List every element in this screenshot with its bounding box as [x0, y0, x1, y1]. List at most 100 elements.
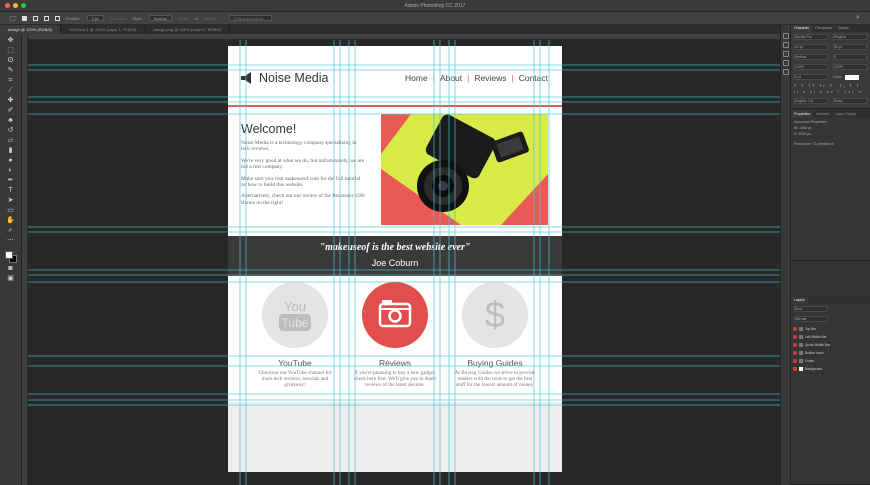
lasso-tool-icon[interactable]: ʘ	[6, 57, 15, 65]
visibility-icon[interactable]	[793, 342, 797, 347]
healing-brush-tool-icon[interactable]: ✚	[6, 97, 15, 105]
tab-glyphs[interactable]: Glyphs	[835, 25, 852, 32]
eraser-tool-icon[interactable]: ▱	[6, 137, 15, 145]
quick-mask-icon[interactable]: ◙	[6, 265, 15, 273]
tab-layers[interactable]: Layers	[791, 297, 808, 304]
add-selection-icon[interactable]	[32, 15, 38, 21]
youtube-icon-text-top: You	[284, 299, 306, 314]
glyphs-panel-icon[interactable]	[782, 69, 789, 75]
type-tool-icon[interactable]: T	[6, 187, 15, 195]
font-style-select[interactable]: Regular	[833, 34, 867, 40]
opentype-buttons[interactable]: fi ơ st A ad T 1st ½	[794, 90, 868, 94]
document-tab[interactable]: design @ 100% (RGB/8)	[0, 25, 62, 34]
visibility-icon[interactable]	[793, 326, 797, 331]
welcome-section: Welcome! Noise Media is a technology com…	[241, 122, 366, 211]
layer-row[interactable]: Footer	[793, 357, 869, 364]
blur-tool-icon[interactable]: ●	[6, 157, 15, 165]
brand-name: Noise Media	[259, 71, 329, 85]
style-select[interactable]: Normal	[148, 15, 172, 21]
ruler-vertical[interactable]	[22, 34, 28, 485]
foreground-color-swatch[interactable]	[4, 251, 13, 259]
subtract-selection-icon[interactable]	[43, 15, 49, 21]
text-color-swatch[interactable]	[845, 74, 860, 80]
options-bar: ⬚ Feather: 0 px Anti-alias Style: Normal…	[0, 12, 870, 25]
dodge-tool-icon[interactable]: ◐	[6, 167, 15, 175]
ruler-horizontal[interactable]	[22, 34, 780, 40]
history-panel-icon[interactable]	[782, 33, 789, 39]
visibility-icon[interactable]	[793, 358, 797, 363]
tab-properties[interactable]: Properties	[791, 111, 813, 118]
shape-tool-icon[interactable]: ▭	[6, 207, 15, 215]
paragraph-panel-icon[interactable]	[782, 60, 789, 66]
tab-libraries[interactable]: Libraries	[813, 111, 832, 118]
tab-paragraph[interactable]: Paragraph	[812, 25, 834, 32]
visibility-icon[interactable]	[793, 350, 797, 355]
artboard[interactable]: Noise Media Home | About | Reviews | Con…	[228, 46, 562, 472]
visibility-icon[interactable]	[793, 334, 797, 339]
horizontal-scale-input[interactable]: 100%	[833, 64, 867, 70]
color-swatches[interactable]	[4, 251, 17, 263]
brush-tool-icon[interactable]: ✐	[6, 107, 15, 115]
visibility-icon[interactable]	[793, 366, 797, 371]
screen-mode-icon[interactable]: ▣	[6, 275, 15, 283]
feather-input[interactable]: 0 px	[86, 15, 105, 21]
layer-name: Bottom Icons	[805, 350, 824, 355]
tracking-input[interactable]: 0	[833, 54, 867, 60]
layers-panel-tabs: Layers	[791, 297, 870, 304]
path-selection-tool-icon[interactable]: ➤	[6, 197, 15, 205]
brush-panel-icon[interactable]	[782, 42, 789, 48]
antialias-select[interactable]: Sharp	[833, 98, 867, 104]
layer-row[interactable]: Top Bar	[793, 325, 869, 332]
document-height[interactable]: H: 2000 px	[794, 132, 868, 136]
pen-tool-icon[interactable]: ✒	[6, 177, 15, 185]
hand-tool-icon[interactable]: ✋	[6, 217, 15, 225]
baseline-input[interactable]: 0 pt	[794, 74, 828, 80]
quote-band: "makeuseof is the best website ever" Joe…	[228, 236, 562, 276]
zoom-tool-icon[interactable]: ⌕	[6, 227, 15, 235]
canvas-area[interactable]: Noise Media Home | About | Reviews | Con…	[22, 34, 780, 485]
new-selection-icon[interactable]	[21, 15, 27, 21]
language-select[interactable]: English: UK	[794, 98, 828, 104]
tab-character[interactable]: Character	[791, 25, 813, 32]
blend-mode-select[interactable]: Normal	[794, 316, 828, 322]
antialias-checkbox[interactable]: Anti-alias	[110, 16, 126, 21]
nav-reviews[interactable]: Reviews	[474, 73, 506, 83]
document-tab[interactable]: design.png @ 100% (Layer 0, RGB/8)	[146, 25, 230, 34]
intersect-selection-icon[interactable]	[54, 15, 60, 21]
move-tool-icon[interactable]: ✥	[6, 37, 15, 45]
tab-layer-comps[interactable]: Layer Comps	[832, 111, 859, 118]
kerning-select[interactable]: Metrics	[794, 54, 828, 60]
nav-contact[interactable]: Contact	[519, 73, 548, 83]
text-style-buttons[interactable]: T T TT Tr T' T, T T	[794, 84, 868, 88]
document-tab[interactable]: GH-Hero-1 @ 100% (Layer 1, RGB/8)	[61, 25, 146, 34]
search-icon[interactable]: ⌕	[856, 14, 864, 22]
eyedropper-tool-icon[interactable]: ⁄	[6, 87, 15, 95]
marquee-tool-icon[interactable]: ⬚	[6, 47, 15, 55]
font-size-input[interactable]: 24 pt	[794, 44, 828, 50]
gradient-tool-icon[interactable]: ▮	[6, 147, 15, 155]
vertical-scale-input[interactable]: 100%	[794, 64, 828, 70]
layer-row[interactable]: Bottom Icons	[793, 349, 869, 356]
properties-panel-tabs: Properties Libraries Layer Comps	[791, 111, 870, 118]
folder-icon	[799, 334, 803, 339]
marquee-tool-icon[interactable]: ⬚	[10, 15, 16, 22]
layer-row[interactable]: Left Middle Bar	[793, 333, 869, 340]
quick-select-tool-icon[interactable]: ✎	[6, 67, 15, 75]
leading-input[interactable]: 36 pt	[833, 44, 867, 50]
font-family-select[interactable]: Myriad Pro	[794, 34, 828, 40]
layer-row[interactable]: Background	[793, 365, 869, 372]
youtube-icon-text-bottom: Tube	[282, 316, 309, 330]
character-panel-icon[interactable]	[782, 51, 789, 57]
nav-about[interactable]: About	[440, 73, 462, 83]
document-width[interactable]: W: 1366 px	[794, 126, 868, 130]
history-brush-tool-icon[interactable]: ↺	[6, 127, 15, 135]
more-tools-icon[interactable]: ⋯	[6, 237, 15, 245]
select-and-mask-button[interactable]: Select and Mask...	[228, 15, 272, 21]
crop-tool-icon[interactable]: ⌗	[6, 77, 15, 85]
swap-icon[interactable]: ⇄	[195, 16, 198, 21]
layer-row[interactable]: Quote Middle Bar	[793, 341, 869, 348]
layer-kind-filter[interactable]: Kind	[794, 306, 828, 312]
nav-home[interactable]: Home	[405, 73, 428, 83]
clone-stamp-tool-icon[interactable]: ♣	[6, 117, 15, 125]
folder-icon	[799, 350, 803, 355]
